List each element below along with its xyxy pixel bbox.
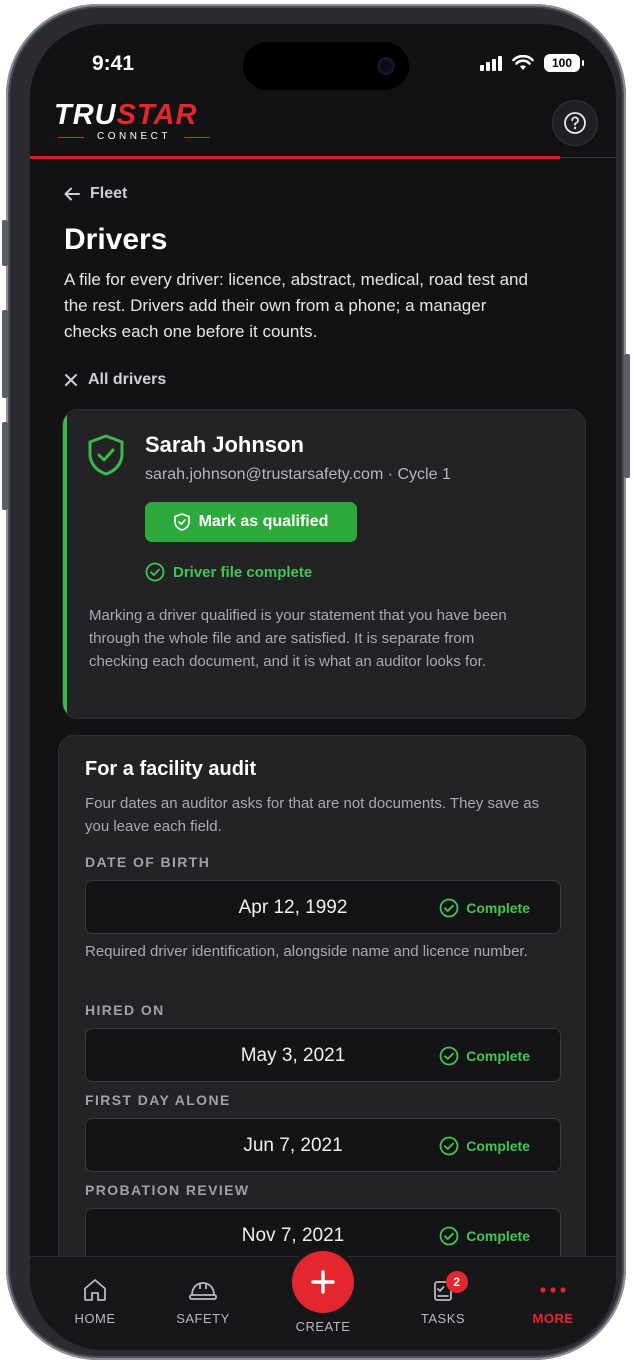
clear-filter-chip[interactable]: All drivers — [64, 371, 166, 389]
silent-switch — [2, 220, 8, 266]
driver-file-status-label: Driver file complete — [173, 563, 313, 581]
driver-name: Sarah Johnson — [145, 432, 304, 457]
hard-hat-icon — [189, 1282, 217, 1300]
probation-review-status: Complete — [439, 1226, 530, 1246]
mark-as-qualified-label: Mark as qualified — [198, 513, 329, 530]
tasks-badge: 2 — [446, 1271, 468, 1293]
shield-check-icon — [173, 513, 190, 531]
shield-check-icon — [87, 434, 125, 481]
facility-audit-card: For a facility audit Four dates an audit… — [58, 735, 586, 1259]
volume-down-button — [2, 422, 8, 510]
wifi-icon — [512, 55, 534, 70]
status-label: Complete — [466, 1228, 530, 1244]
hired-on-field[interactable]: May 3, 2021 Complete — [85, 1028, 561, 1082]
driver-file-status: Driver file complete — [145, 562, 312, 582]
battery-indicator: 100 — [544, 54, 584, 72]
hired-on-value: May 3, 2021 — [240, 1045, 346, 1066]
page-title: Drivers — [64, 223, 168, 256]
cellular-signal-icon — [480, 55, 502, 71]
back-link[interactable]: Fleet — [64, 185, 127, 203]
check-circle-icon — [145, 562, 165, 582]
hired-on-status: Complete — [439, 1046, 530, 1066]
logo-text-red: STAR — [116, 99, 198, 131]
screen: 9:41 100 TRUSTAR CONNECT Fleet Drivers A… — [30, 24, 616, 1350]
audit-description: Four dates an auditor asks for that are … — [85, 795, 540, 835]
trustar-connect-logo[interactable]: TRUSTAR CONNECT — [54, 99, 214, 142]
qualification-note: Marking a driver qualified is your state… — [89, 607, 507, 670]
tab-more[interactable]: MORE — [508, 1275, 598, 1326]
bottom-tab-bar: HOME SAFETY CREATE 2 TASKS MORE — [30, 1251, 616, 1350]
date-of-birth-status: Complete — [439, 898, 530, 918]
tab-safety-label: SAFETY — [176, 1311, 230, 1326]
status-label: Complete — [466, 900, 530, 916]
audit-title: For a facility audit — [85, 758, 257, 780]
date-of-birth-label: DATE OF BIRTH — [85, 854, 211, 870]
filter-label: All drivers — [88, 371, 167, 388]
app-header: TRUSTAR CONNECT — [30, 94, 616, 158]
check-circle-icon — [439, 1226, 459, 1246]
tab-more-label: MORE — [532, 1311, 574, 1326]
phone-frame: 9:41 100 TRUSTAR CONNECT Fleet Drivers A… — [2, 4, 630, 1360]
date-of-birth-help: Required driver identification, alongsid… — [85, 943, 528, 960]
first-day-alone-label: FIRST DAY ALONE — [85, 1092, 231, 1108]
status-label: Complete — [466, 1138, 530, 1154]
check-circle-icon — [439, 898, 459, 918]
check-circle-icon — [439, 1046, 459, 1066]
dynamic-island — [243, 42, 409, 90]
first-day-alone-field[interactable]: Jun 7, 2021 Complete — [85, 1118, 561, 1172]
driver-card: Sarah Johnson sarah.johnson@trustarsafet… — [62, 409, 586, 719]
tab-home[interactable]: HOME — [50, 1275, 140, 1326]
power-button — [624, 354, 630, 478]
mark-as-qualified-button[interactable]: Mark as qualified — [145, 502, 357, 542]
status-time: 9:41 — [92, 52, 135, 75]
help-button[interactable] — [552, 100, 598, 146]
probation-review-value: Nov 7, 2021 — [241, 1225, 345, 1246]
back-link-label: Fleet — [90, 185, 128, 202]
more-dots-icon — [540, 1287, 566, 1293]
hired-on-label: HIRED ON — [85, 1002, 165, 1018]
tab-safety[interactable]: SAFETY — [158, 1275, 248, 1326]
close-icon — [65, 374, 77, 386]
first-day-alone-status: Complete — [439, 1136, 530, 1156]
tab-home-label: HOME — [74, 1311, 116, 1326]
tab-tasks-label: TASKS — [420, 1311, 466, 1326]
create-label: CREATE — [295, 1319, 351, 1334]
logo-text-white: TRU — [54, 99, 117, 131]
plus-icon — [311, 1270, 335, 1294]
check-circle-icon — [439, 1136, 459, 1156]
arrow-left-icon — [64, 187, 80, 201]
logo-subtitle: CONNECT — [54, 131, 214, 142]
probation-review-label: PROBATION REVIEW — [85, 1182, 250, 1198]
main-content: Fleet Drivers A file for every driver: l… — [30, 159, 616, 1259]
driver-cycle: Cycle 1 — [397, 466, 451, 483]
date-of-birth-value: Apr 12, 1992 — [238, 897, 348, 918]
camera-icon — [377, 57, 395, 75]
header-divider — [560, 157, 616, 158]
page-description: A file for every driver: licence, abstra… — [64, 270, 528, 341]
status-icons: 100 — [480, 54, 584, 72]
tab-tasks[interactable]: 2 TASKS — [398, 1271, 488, 1326]
create-button[interactable] — [292, 1251, 354, 1313]
driver-email: sarah.johnson@trustarsafety.com — [145, 466, 384, 483]
card-accent-bar — [63, 410, 67, 718]
volume-up-button — [2, 310, 8, 398]
home-icon — [84, 1279, 106, 1301]
first-day-alone-value: Jun 7, 2021 — [243, 1135, 343, 1156]
date-of-birth-field[interactable]: Apr 12, 1992 Complete — [85, 880, 561, 934]
status-label: Complete — [466, 1048, 530, 1064]
question-circle-icon — [564, 112, 586, 134]
driver-meta: sarah.johnson@trustarsafety.com · Cycle … — [145, 466, 451, 483]
